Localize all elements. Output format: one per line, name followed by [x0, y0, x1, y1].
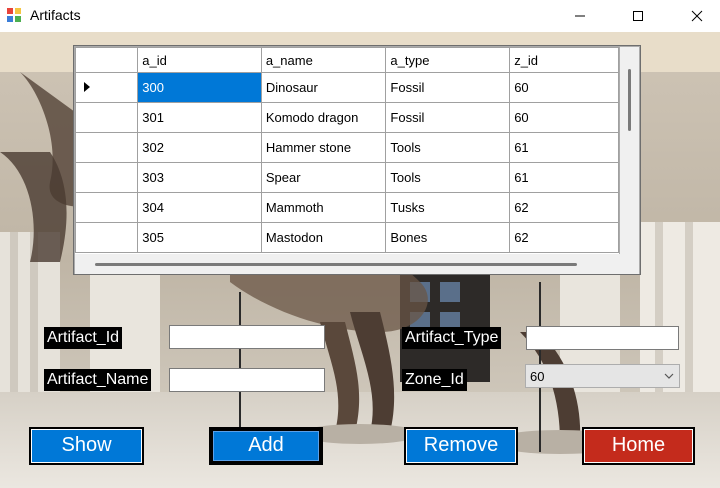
minimize-icon — [575, 15, 585, 17]
maximize-icon — [633, 11, 643, 21]
title-bar: Artifacts — [0, 0, 720, 32]
artifact-id-label: Artifact_Id — [44, 327, 123, 349]
table-cell[interactable]: Mastodon — [260, 222, 387, 253]
show-button[interactable]: Show — [29, 427, 144, 465]
table-cell[interactable]: 300 — [137, 72, 262, 103]
add-button[interactable]: Add — [209, 427, 323, 465]
row-header[interactable] — [75, 222, 139, 253]
artifact-type-label: Artifact_Type — [402, 327, 502, 349]
row-header[interactable] — [75, 132, 139, 163]
table-cell[interactable]: 61 — [509, 162, 619, 193]
row-header[interactable] — [75, 72, 139, 103]
column-header-a-name[interactable]: a_name — [260, 47, 387, 73]
column-header-a-type[interactable]: a_type — [385, 47, 511, 73]
table-cell[interactable]: Komodo dragon — [260, 102, 387, 133]
maximize-button[interactable] — [615, 0, 661, 32]
row-header[interactable] — [75, 102, 139, 133]
close-button[interactable] — [674, 0, 720, 32]
row-header-corner[interactable] — [75, 47, 139, 73]
table-cell[interactable]: Tusks — [385, 192, 511, 223]
triangle-right-icon — [84, 82, 90, 92]
column-header-z-id[interactable]: z_id — [509, 47, 619, 73]
window-title: Artifacts — [30, 7, 81, 23]
table-cell[interactable]: 62 — [509, 192, 619, 223]
chevron-down-icon[interactable] — [659, 365, 679, 387]
table-cell[interactable]: 304 — [137, 192, 262, 223]
table-row[interactable]: 300 Dinosaur Fossil 60 — [75, 72, 619, 103]
remove-button[interactable]: Remove — [404, 427, 518, 465]
table-cell[interactable]: 301 — [137, 102, 262, 133]
table-cell[interactable]: 60 — [509, 72, 619, 103]
table-cell[interactable]: 303 — [137, 162, 262, 193]
artifact-name-label: Artifact_Name — [44, 369, 152, 391]
column-header-a-id[interactable]: a_id — [137, 47, 262, 73]
table-cell[interactable]: Tools — [385, 162, 511, 193]
artifacts-grid[interactable]: a_id a_name a_type z_id 300 Dinosaur Fos… — [73, 45, 641, 275]
table-row[interactable]: 304 Mammoth Tusks 62 — [75, 192, 619, 223]
table-cell[interactable]: Fossil — [385, 102, 511, 133]
table-row[interactable]: 302 Hammer stone Tools 61 — [75, 132, 619, 163]
minimize-button[interactable] — [557, 0, 603, 32]
vertical-scroll-thumb[interactable] — [628, 69, 631, 131]
table-cell[interactable]: Mammoth — [260, 192, 387, 223]
close-icon — [691, 10, 703, 22]
app-icon — [6, 7, 22, 23]
artifact-name-field[interactable] — [169, 368, 325, 392]
table-cell[interactable]: Fossil — [385, 72, 511, 103]
table-cell[interactable]: 302 — [137, 132, 262, 163]
zone-id-selected-value: 60 — [530, 369, 545, 384]
table-row[interactable]: 305 Mastodon Bones 62 — [75, 222, 619, 253]
home-button[interactable]: Home — [582, 427, 695, 465]
table-row[interactable]: 303 Spear Tools 61 — [75, 162, 619, 193]
row-header[interactable] — [75, 162, 139, 193]
horizontal-scrollbar[interactable] — [75, 254, 639, 274]
table-cell[interactable]: 62 — [509, 222, 619, 253]
table-cell[interactable]: Bones — [385, 222, 511, 253]
table-cell[interactable]: Dinosaur — [260, 72, 387, 103]
table-cell[interactable]: Spear — [260, 162, 387, 193]
table-cell[interactable]: 61 — [509, 132, 619, 163]
horizontal-scroll-thumb[interactable] — [95, 263, 577, 266]
row-header[interactable] — [75, 192, 139, 223]
table-cell[interactable]: Hammer stone — [260, 132, 387, 163]
table-row[interactable]: 301 Komodo dragon Fossil 60 — [75, 102, 619, 133]
zone-id-label: Zone_Id — [402, 369, 467, 391]
zone-id-select[interactable]: 60 — [525, 364, 680, 388]
artifact-type-field[interactable] — [526, 326, 679, 350]
artifact-id-field[interactable] — [169, 325, 325, 349]
table-cell[interactable]: 60 — [509, 102, 619, 133]
table-cell[interactable]: Tools — [385, 132, 511, 163]
table-cell[interactable]: 305 — [137, 222, 262, 253]
grid-header-row: a_id a_name a_type z_id — [75, 47, 619, 73]
vertical-scrollbar[interactable] — [620, 47, 639, 254]
